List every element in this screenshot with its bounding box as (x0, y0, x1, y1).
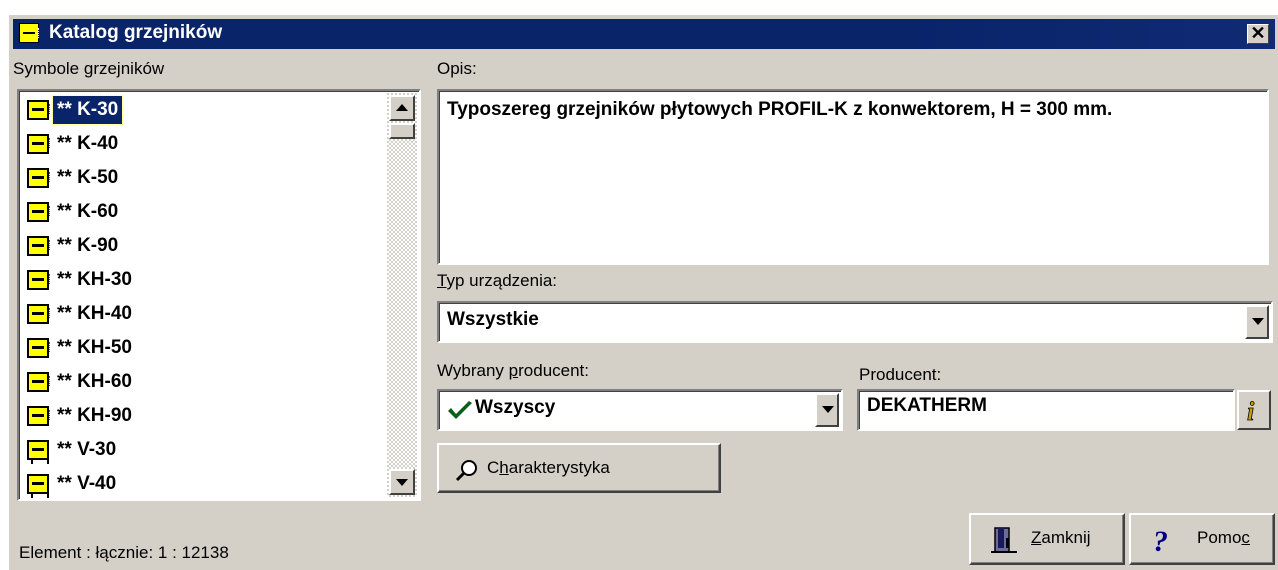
close-mnemonic: Z (1031, 528, 1042, 547)
list-item[interactable]: ** KH-40 (21, 297, 383, 331)
help-label-a: Pomo (1197, 528, 1242, 547)
checkmark-icon (448, 401, 472, 419)
status-text: Element : łącznie: 1 : 12138 (19, 543, 229, 562)
list-item[interactable]: ** K-50 (21, 161, 383, 195)
arrow-down-icon (396, 479, 408, 486)
device-type-value: Wszystkie (447, 309, 539, 330)
list-item[interactable]: ** KH-30 (21, 263, 383, 297)
opis-label: Opis: (437, 59, 477, 78)
device-type-label-text: yp urządzenia: (446, 271, 558, 290)
list-label: Symbole grzejników (13, 59, 165, 78)
list-item-label: ** K-40 (57, 133, 119, 154)
close-button[interactable]: ✕ (1247, 24, 1269, 44)
list-item[interactable]: ** V-30 (21, 433, 383, 467)
list-item-label: ** V-30 (57, 439, 117, 460)
producer-value: DEKATHERM (867, 395, 987, 416)
catalog-window: Katalog grzejników ✕ Symbole grzejników … (8, 14, 1278, 570)
characteristics-label: Charakterystyka (487, 458, 610, 478)
title-bar[interactable]: Katalog grzejników ✕ (13, 19, 1275, 49)
radiator-icon (27, 304, 50, 324)
selected-producer-mnemonic: p (508, 361, 519, 380)
selected-producer-label: Wybrany producent: (437, 361, 589, 381)
list-scrollbar[interactable] (387, 93, 417, 497)
close-dialog-button[interactable]: Zamknij (969, 513, 1125, 565)
list-item-label: ** KH-30 (57, 269, 132, 290)
svg-text:?: ? (1153, 525, 1168, 557)
selected-producer-value: Wszyscy (475, 397, 556, 418)
char-label-a: C (487, 458, 500, 477)
selected-producer-label-b: roducent: (518, 361, 590, 380)
list-item[interactable]: ** K-90 (21, 229, 383, 263)
characteristics-button[interactable]: Charakterystyka (437, 443, 721, 493)
help-mnemonic: c (1241, 528, 1250, 547)
list-items: ** K-30 ** K-40 ** K-50 ** K-60 ** K-90 ** KH… (21, 93, 383, 499)
chevron-down-icon (822, 406, 834, 413)
list-item-label: ** KH-60 (57, 371, 132, 392)
window-title: Katalog grzejników (49, 22, 223, 43)
list-item-label: ** KH-50 (57, 337, 132, 358)
radiator-icon (27, 406, 50, 426)
close-dialog-label: Zamknij (1031, 528, 1091, 548)
producer-field[interactable]: DEKATHERM (857, 389, 1235, 431)
device-type-select[interactable]: Wszystkie (437, 301, 1273, 343)
radiator-icon (27, 338, 50, 358)
radiator-list[interactable]: ** K-30 ** K-40 ** K-50 ** K-60 ** K-90 ** KH… (17, 89, 421, 501)
list-item-label: ** KH-90 (57, 405, 132, 426)
list-item-label: ** K-60 (57, 201, 119, 222)
list-item[interactable]: ** KH-50 (21, 331, 383, 365)
list-item-label: ** K-90 (57, 235, 119, 256)
char-label-b: arakterystyka (508, 458, 610, 477)
list-item[interactable]: ** KH-60 (21, 365, 383, 399)
help-button[interactable]: ? Pomoc (1129, 513, 1275, 565)
selected-producer-select[interactable]: Wszyscy (437, 389, 843, 431)
list-item[interactable]: ** K-40 (21, 127, 383, 161)
list-item-label: ** K-30 (51, 95, 124, 125)
description-box[interactable]: Typoszereg grzejników płytowych PROFIL-K… (437, 89, 1269, 265)
selected-producer-dropdown-button[interactable] (815, 393, 839, 427)
device-type-dropdown-button[interactable] (1245, 305, 1269, 339)
radiator-icon (27, 168, 50, 188)
list-item-label: ** V-40 (57, 473, 117, 494)
list-item-label: ** KH-40 (57, 303, 132, 324)
arrow-up-icon (396, 104, 408, 111)
radiator-icon (27, 372, 50, 392)
radiator-icon (27, 270, 50, 290)
char-mnemonic: h (499, 458, 509, 477)
description-text: Typoszereg grzejników płytowych PROFIL-K… (447, 99, 1113, 120)
radiator-icon (27, 100, 50, 120)
radiator-icon (27, 134, 50, 154)
app-icon (19, 23, 39, 43)
list-item-label: ** K-50 (57, 167, 119, 188)
list-item[interactable]: ** K-30 (21, 93, 383, 127)
radiator-icon (27, 202, 50, 222)
radiator-icon (27, 236, 50, 256)
info-icon: i (1247, 397, 1256, 427)
scroll-up-button[interactable] (389, 95, 415, 121)
svg-text:i: i (1247, 397, 1255, 426)
help-label: Pomoc (1197, 528, 1250, 548)
scroll-down-button[interactable] (389, 469, 415, 495)
help-icon: ? (1153, 525, 1168, 557)
door-exit-icon (991, 527, 1017, 553)
radiator-valve-icon (27, 440, 49, 464)
selected-producer-label-a: Wybrany (437, 361, 509, 380)
producer-info-button[interactable]: i (1237, 390, 1271, 430)
scroll-thumb[interactable] (389, 123, 415, 139)
close-label-rest: amknij (1041, 528, 1091, 547)
producer-label: Producent: (859, 365, 942, 384)
list-item[interactable]: ** KH-90 (21, 399, 383, 433)
device-type-label: Typ urządzenia: (437, 271, 557, 291)
chevron-down-icon (1252, 318, 1264, 325)
list-item[interactable]: ** V-40 (21, 467, 383, 499)
magnifier-icon (455, 460, 477, 482)
list-item[interactable]: ** K-60 (21, 195, 383, 229)
radiator-valve-icon (27, 474, 49, 498)
